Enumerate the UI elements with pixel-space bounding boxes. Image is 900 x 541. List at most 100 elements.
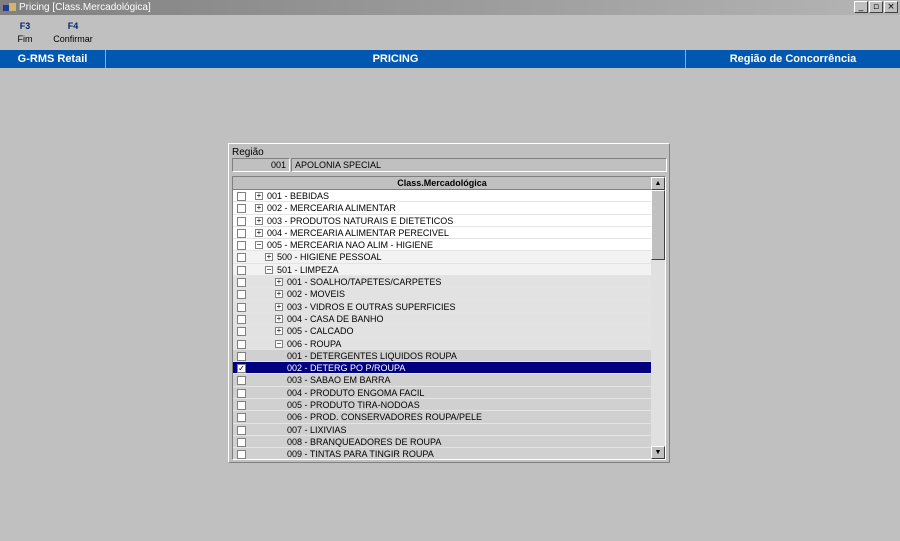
- row-checkbox[interactable]: [237, 216, 246, 226]
- row-checkbox[interactable]: [237, 241, 246, 251]
- region-label: Região: [232, 147, 264, 158]
- row-label: 001 - SOALHO/TAPETES/CARPETES: [287, 277, 442, 288]
- row-checkbox[interactable]: [237, 290, 246, 300]
- region-name-field: APOLONIA SPECIAL: [291, 158, 667, 172]
- tree-row[interactable]: 001 - DETERGENTES LIQUIDOS ROUPA: [233, 349, 651, 363]
- row-checkbox[interactable]: [237, 425, 246, 435]
- row-label: 003 - SABAO EM BARRA: [287, 375, 391, 386]
- tree-row[interactable]: 005 - PRODUTO TIRA-NODOAS: [233, 399, 651, 412]
- expand-icon[interactable]: +: [255, 216, 263, 225]
- maximize-button[interactable]: ▫: [869, 1, 883, 13]
- scroll-thumb[interactable]: [651, 190, 665, 260]
- window-controls: _ ▫ ×: [854, 1, 898, 13]
- row-label: 008 - BRANQUEADORES DE ROUPA: [287, 436, 442, 447]
- f4-label: Confirmar: [53, 34, 93, 44]
- tree-row[interactable]: +005 - CALCADO: [233, 325, 651, 338]
- expand-icon[interactable]: +: [275, 327, 283, 336]
- row-checkbox[interactable]: ✓: [237, 364, 246, 374]
- tree-row[interactable]: 004 - PRODUTO ENGOMA FACIL: [233, 386, 651, 400]
- row-label: 005 - PRODUTO TIRA-NODOAS: [287, 400, 420, 411]
- scroll-up-button[interactable]: ▲: [651, 177, 665, 190]
- expand-icon[interactable]: +: [275, 290, 283, 299]
- row-checkbox[interactable]: [237, 413, 246, 423]
- row-label: 002 - MERCEARIA ALIMENTAR: [267, 203, 396, 214]
- row-checkbox[interactable]: [237, 388, 246, 398]
- f4-confirm-button[interactable]: F4 Confirmar: [52, 21, 94, 44]
- tree-row[interactable]: ✓ 002 - DETERG PO P/ROUPA: [233, 362, 651, 375]
- f4-key: F4: [67, 21, 79, 31]
- row-checkbox[interactable]: [237, 314, 246, 324]
- app-header: G-RMS Retail PRICING Região de Concorrên…: [0, 50, 900, 68]
- row-checkbox[interactable]: [237, 302, 246, 312]
- tree-row[interactable]: +001 - SOALHO/TAPETES/CARPETES: [233, 276, 651, 289]
- row-checkbox[interactable]: [237, 351, 246, 361]
- tree-row[interactable]: −501 - LIMPEZA: [233, 263, 651, 277]
- tree-row[interactable]: −006 - ROUPA: [233, 337, 651, 350]
- expand-icon[interactable]: +: [255, 204, 263, 213]
- row-label: 006 - ROUPA: [287, 338, 342, 349]
- merchandise-tree[interactable]: Class.Mercadológica +001 - BEBIDAS +002 -…: [232, 176, 666, 460]
- row-checkbox[interactable]: [237, 278, 246, 288]
- row-label: 006 - PROD. CONSERVADORES ROUPA/PELE: [287, 412, 483, 423]
- row-label: 005 - CALCADO: [287, 326, 354, 337]
- row-checkbox[interactable]: [237, 204, 246, 214]
- tree-row[interactable]: −005 - MERCEARIA NAO ALIM - HIGIENE: [233, 239, 651, 252]
- close-button[interactable]: ×: [884, 1, 898, 13]
- header-app-name: G-RMS Retail: [0, 50, 106, 68]
- row-checkbox[interactable]: [237, 376, 246, 386]
- f3-label: Fim: [17, 34, 33, 44]
- row-label: 007 - LIXIVIAS: [287, 424, 347, 435]
- tree-row[interactable]: 003 - SABAO EM BARRA: [233, 374, 651, 387]
- expand-icon[interactable]: +: [275, 302, 283, 311]
- row-label: 003 - VIDROS E OUTRAS SUPERFICIES: [287, 301, 456, 312]
- tree-row[interactable]: +003 - VIDROS E OUTRAS SUPERFICIES: [233, 300, 651, 313]
- scroll-down-button[interactable]: ▼: [651, 446, 665, 459]
- row-checkbox[interactable]: [237, 437, 246, 447]
- row-label: 004 - CASA DE BANHO: [287, 313, 384, 324]
- vertical-scrollbar[interactable]: ▲ ▼: [651, 177, 665, 459]
- expand-icon[interactable]: +: [275, 314, 283, 323]
- collapse-icon[interactable]: −: [265, 265, 273, 274]
- tree-row[interactable]: +004 - CASA DE BANHO: [233, 312, 651, 326]
- expand-icon[interactable]: +: [265, 253, 273, 262]
- row-checkbox[interactable]: [237, 327, 246, 337]
- minimize-button[interactable]: _: [854, 1, 868, 13]
- row-label: 002 - MOVEIS: [287, 289, 346, 300]
- tree-row[interactable]: +003 - PRODUTOS NATURAIS E DIETETICOS: [233, 215, 651, 227]
- row-checkbox[interactable]: [237, 265, 246, 275]
- collapse-icon[interactable]: −: [275, 339, 283, 348]
- row-checkbox[interactable]: [237, 228, 246, 238]
- tree-row[interactable]: +002 - MERCEARIA ALIMENTAR: [233, 202, 651, 215]
- expand-icon[interactable]: +: [255, 228, 263, 237]
- tree-row[interactable]: 008 - BRANQUEADORES DE ROUPA: [233, 435, 651, 449]
- row-label: 005 - MERCEARIA NAO ALIM - HIGIENE: [267, 240, 434, 251]
- tree-row[interactable]: +004 - MERCEARIA ALIMENTAR PERECIVEL: [233, 227, 651, 240]
- expand-icon[interactable]: +: [255, 192, 263, 200]
- row-checkbox[interactable]: [237, 253, 246, 263]
- row-label: 500 - HIGIENE PESSOAL: [277, 252, 382, 263]
- tree-row[interactable]: +500 - HIGIENE PESSOAL: [233, 251, 651, 264]
- collapse-icon[interactable]: −: [255, 241, 263, 250]
- header-module: PRICING: [106, 50, 686, 68]
- tree-row[interactable]: 006 - PROD. CONSERVADORES ROUPA/PELE: [233, 411, 651, 424]
- tree-rows: +001 - BEBIDAS +002 - MERCEARIA ALIMENTAR…: [233, 190, 651, 459]
- tree-row[interactable]: +001 - BEBIDAS: [233, 190, 651, 203]
- row-checkbox[interactable]: [237, 339, 246, 349]
- row-checkbox[interactable]: [237, 192, 246, 201]
- expand-icon[interactable]: +: [275, 278, 283, 287]
- tree-row[interactable]: 007 - LIXIVIAS: [233, 423, 651, 436]
- tree-row[interactable]: 009 - TINTAS PARA TINGIR ROUPA: [233, 448, 651, 459]
- tree-row[interactable]: +002 - MOVEIS: [233, 288, 651, 301]
- window-title-bar[interactable]: Pricing [Class.Mercadológica] _ ▫ ×: [0, 0, 900, 15]
- row-label: 003 - PRODUTOS NATURAIS E DIETETICOS: [267, 215, 454, 226]
- row-label: 004 - PRODUTO ENGOMA FACIL: [287, 387, 425, 398]
- row-label: 002 - DETERG PO P/ROUPA: [287, 363, 406, 374]
- row-label: 501 - LIMPEZA: [277, 264, 339, 275]
- row-checkbox[interactable]: [237, 401, 246, 411]
- row-label: 004 - MERCEARIA ALIMENTAR PERECIVEL: [267, 227, 449, 238]
- region-code-field: 001: [232, 158, 290, 172]
- f3-end-button[interactable]: F3 Fim: [12, 21, 38, 44]
- header-context: Região de Concorrência: [729, 53, 857, 65]
- row-checkbox[interactable]: [237, 450, 246, 459]
- tree-column-header: Class.Mercadológica: [233, 177, 651, 190]
